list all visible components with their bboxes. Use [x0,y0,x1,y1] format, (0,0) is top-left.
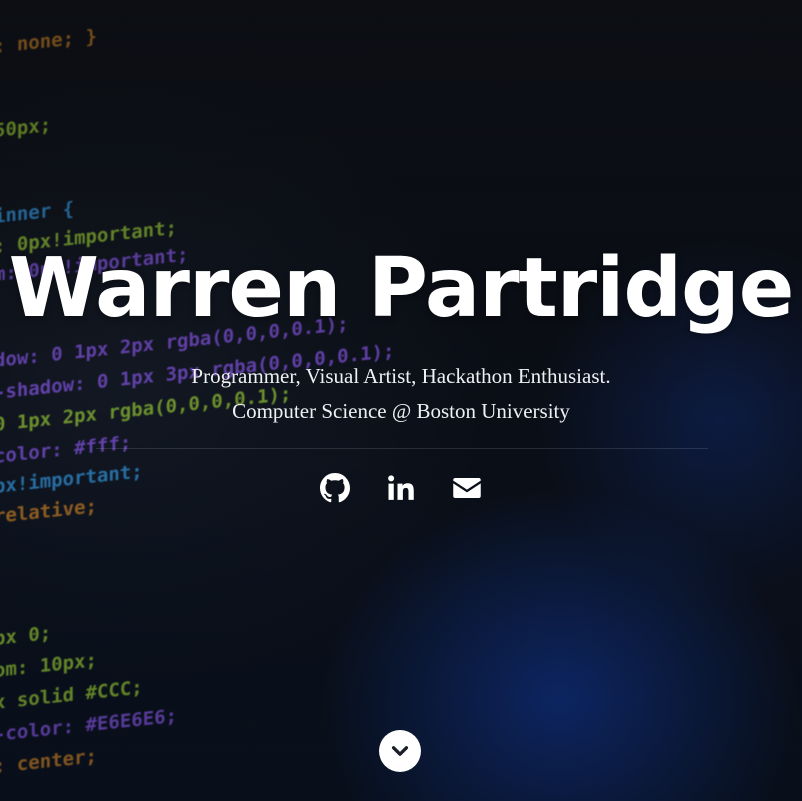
page-title: Warren Partridge [8,241,795,336]
github-link[interactable] [320,472,350,504]
tagline: Programmer, Visual Artist, Hackathon Ent… [191,364,611,388]
divider [96,448,708,449]
affiliation: Computer Science @ Boston University [232,399,570,423]
social-links [0,472,802,504]
scroll-down-button[interactable] [379,730,421,772]
email-link[interactable] [452,472,482,504]
github-icon [320,473,350,503]
linkedin-link[interactable] [386,472,416,504]
chevron-down-icon [391,746,409,756]
hero-section: : none; } 50px; inner { : 0px!important;… [0,0,802,801]
envelope-icon [453,478,481,498]
hero-content: Warren Partridge Programmer, Visual Arti… [0,0,802,801]
linkedin-icon [388,475,414,500]
